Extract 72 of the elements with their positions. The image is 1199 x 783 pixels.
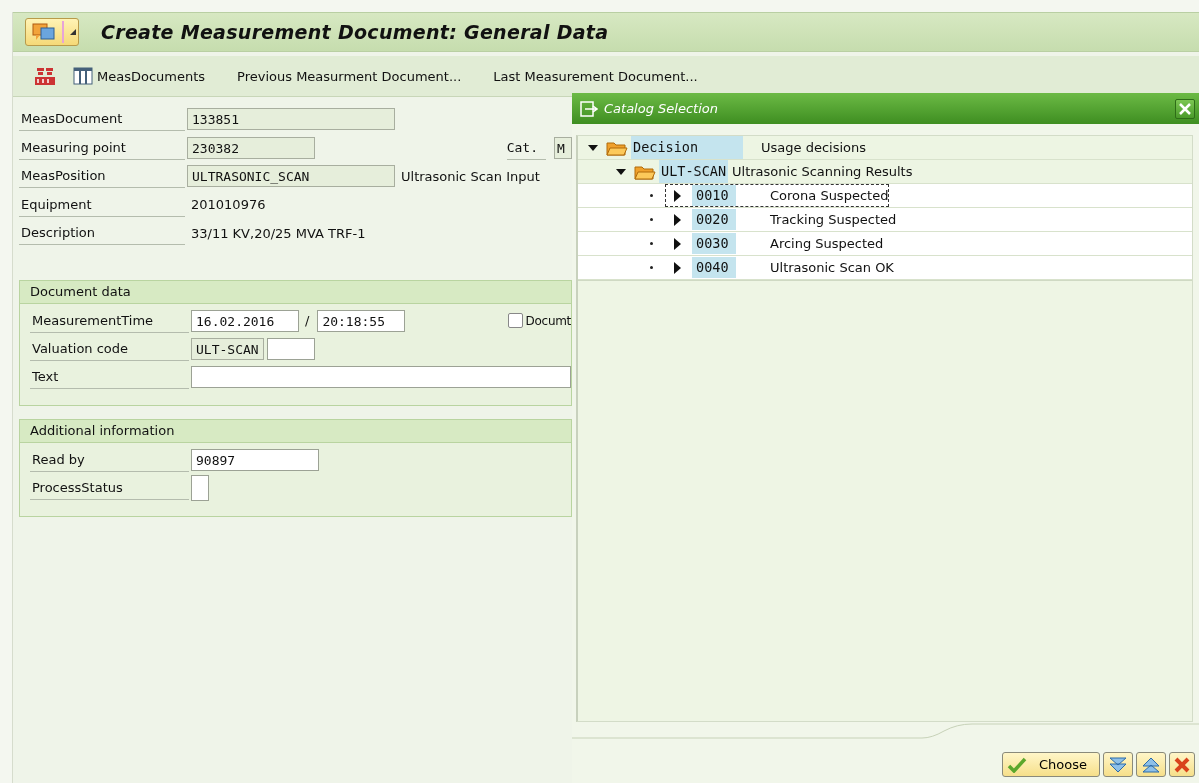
display-field: 230382 bbox=[187, 136, 315, 159]
tree-leaf-item[interactable]: 0010 Corona Suspected bbox=[665, 184, 890, 207]
toolbar-button[interactable]: Previous Measurment Document... bbox=[233, 66, 466, 86]
open-folder-icon bbox=[634, 163, 656, 180]
dialog-title: Catalog Selection bbox=[604, 101, 719, 116]
field-label: MeasPosition bbox=[19, 164, 185, 189]
field-value: 33/11 KV,20/25 MVA TRF-1 bbox=[191, 225, 366, 241]
table-icon bbox=[73, 67, 93, 85]
input-field[interactable] bbox=[266, 337, 315, 360]
cancel-button[interactable] bbox=[1169, 752, 1195, 777]
separator-text: / bbox=[305, 313, 310, 328]
field-label: Cat. bbox=[506, 135, 546, 160]
field-label: MeasDocument bbox=[19, 107, 185, 132]
toolbar-button[interactable]: Last Measurement Document... bbox=[489, 66, 702, 86]
time-field[interactable]: 20:18:55 bbox=[317, 309, 406, 332]
display-field: ULTRASONIC_SCAN bbox=[187, 165, 395, 188]
bullet-icon bbox=[650, 194, 653, 197]
field-label: Measuring point bbox=[19, 135, 185, 160]
double-down-icon bbox=[1108, 755, 1128, 774]
choose-button[interactable]: Choose bbox=[1002, 752, 1100, 777]
field-label: MeasurementTime bbox=[30, 308, 189, 333]
scroll-up-button[interactable] bbox=[1136, 752, 1166, 777]
field-label: ProcessStatus bbox=[30, 475, 189, 500]
tree-node-text: Usage decisions bbox=[760, 140, 866, 155]
group-header: Document data bbox=[20, 280, 571, 304]
date-field[interactable]: 16.02.2016 bbox=[191, 309, 299, 332]
checkmark-icon bbox=[1007, 756, 1027, 773]
caret-down-icon bbox=[588, 143, 598, 152]
scroll-down-button[interactable] bbox=[1103, 752, 1133, 777]
window-title: Create Measurement Document: General Data bbox=[101, 21, 609, 43]
toolbar-button[interactable]: MeasDocuments bbox=[69, 65, 210, 87]
caret-right-icon bbox=[672, 237, 682, 250]
input-field[interactable] bbox=[191, 365, 571, 388]
display-field: 133851 bbox=[187, 108, 395, 131]
expanded-toggle[interactable] bbox=[586, 143, 600, 152]
caret-right-icon bbox=[672, 261, 682, 274]
bullet-icon bbox=[650, 218, 653, 221]
field-label: Equipment bbox=[19, 192, 185, 217]
field-label: Read by bbox=[30, 447, 189, 472]
cancel-icon bbox=[1174, 756, 1190, 773]
caret-down-icon bbox=[616, 167, 626, 176]
tree-leaf-item[interactable]: 0030 Arcing Suspected bbox=[665, 232, 885, 255]
field-label: Valuation code bbox=[30, 336, 189, 361]
tree-leaf-item[interactable]: 0020 Tracking Suspected bbox=[665, 208, 898, 231]
caret-right-icon bbox=[672, 189, 682, 202]
double-up-icon bbox=[1141, 755, 1161, 774]
tree-node-key[interactable]: ULT-SCAN bbox=[659, 160, 729, 183]
checkbox[interactable] bbox=[507, 313, 523, 328]
group-header: Additional information bbox=[20, 419, 571, 443]
input-field[interactable]: 90897 bbox=[191, 448, 319, 471]
bullet-icon bbox=[650, 242, 653, 245]
field-description: Ultrasonic Scan Input bbox=[401, 168, 540, 184]
bullet-icon bbox=[650, 266, 653, 269]
open-folder-icon bbox=[606, 139, 628, 156]
field-label: Text bbox=[30, 364, 189, 389]
field-label: Description bbox=[19, 221, 185, 246]
menu-button[interactable] bbox=[25, 18, 79, 46]
dialog-icon bbox=[580, 100, 598, 117]
tree-node-text: Ultrasonic Scanning Results bbox=[731, 164, 913, 179]
checkbox-label: Documt bbox=[525, 313, 571, 328]
expanded-toggle[interactable] bbox=[614, 167, 628, 176]
display-field: M bbox=[554, 136, 572, 159]
tree-leaf-item[interactable]: 0040 Ultrasonic Scan OK bbox=[665, 256, 895, 279]
close-button[interactable] bbox=[1175, 98, 1195, 119]
caret-right-icon bbox=[672, 213, 682, 226]
field-value: 201010976 bbox=[191, 197, 266, 213]
tree-node-key[interactable]: Decision bbox=[631, 136, 743, 159]
input-field[interactable] bbox=[191, 474, 209, 501]
caret-icon bbox=[70, 29, 76, 35]
display-field: ULT-SCAN bbox=[191, 337, 264, 360]
close-icon bbox=[1179, 102, 1191, 115]
menu-icon bbox=[32, 22, 56, 42]
